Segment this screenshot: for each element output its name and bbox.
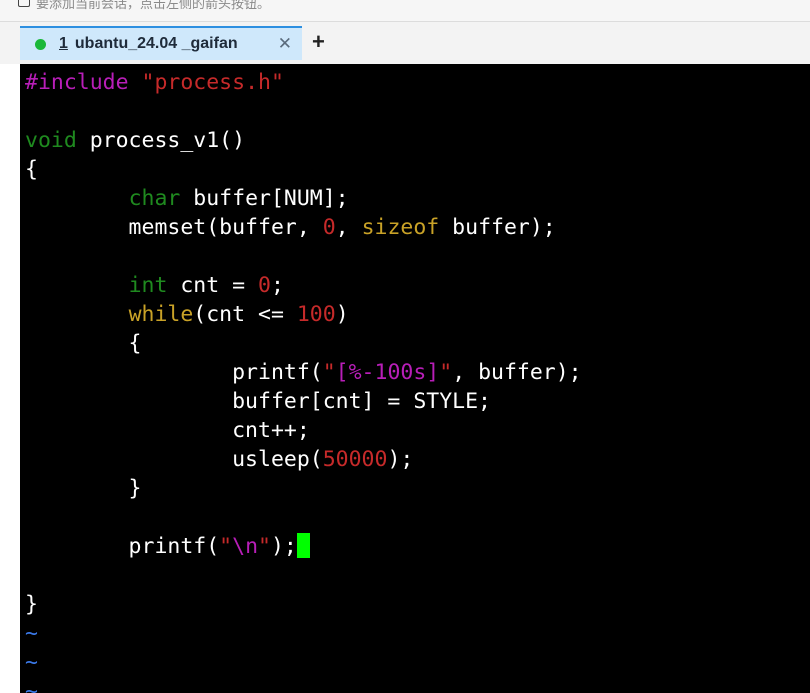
close-tab-icon[interactable]: ✕ [278, 34, 292, 54]
code-line: } [25, 592, 38, 617]
code-line: char buffer[NUM]; [128, 186, 349, 211]
new-tab-button[interactable]: + [312, 29, 325, 55]
code-line: cnt++; [25, 418, 310, 443]
code-line: #include "process.h" [25, 70, 284, 95]
code-line: { [25, 157, 38, 182]
session-add-icon[interactable] [18, 0, 30, 7]
tab-ubantu-session[interactable]: 1 ubantu_24.04 _gaifan ✕ [20, 26, 302, 60]
code-line: printf("\n"); [25, 532, 310, 561]
code-line: void process_v1() [25, 128, 246, 153]
code-line: int cnt = 0; [128, 273, 284, 298]
empty-line-marker: ~ [25, 621, 38, 646]
empty-line-marker: ~ [25, 650, 38, 675]
code-line: memset(buffer, 0, sizeof buffer); [25, 215, 556, 240]
session-hint-text: 要添加当前会话，点击左侧的箭头按钮。 [36, 0, 271, 12]
tab-number: 1 [59, 35, 68, 52]
code-line: printf("[%-100s]", buffer); [25, 360, 582, 385]
terminal-editor[interactable]: #include "process.h" void process_v1() {… [20, 64, 810, 693]
text-cursor [296, 533, 310, 558]
code-line: } [25, 476, 142, 501]
tab-strip: 1 ubantu_24.04 _gaifan ✕ + [0, 22, 810, 64]
code-line: usleep(50000); [25, 447, 414, 472]
code-line: while(cnt <= 100) [128, 302, 349, 327]
session-hint-bar: 要添加当前会话，点击左侧的箭头按钮。 [0, 0, 810, 22]
tab-title: ubantu_24.04 _gaifan [74, 35, 238, 52]
connection-status-icon [35, 38, 46, 50]
code-line: { [25, 331, 142, 356]
code-line: buffer[cnt] = STYLE; [25, 389, 491, 414]
empty-line-marker: ~ [25, 679, 38, 693]
